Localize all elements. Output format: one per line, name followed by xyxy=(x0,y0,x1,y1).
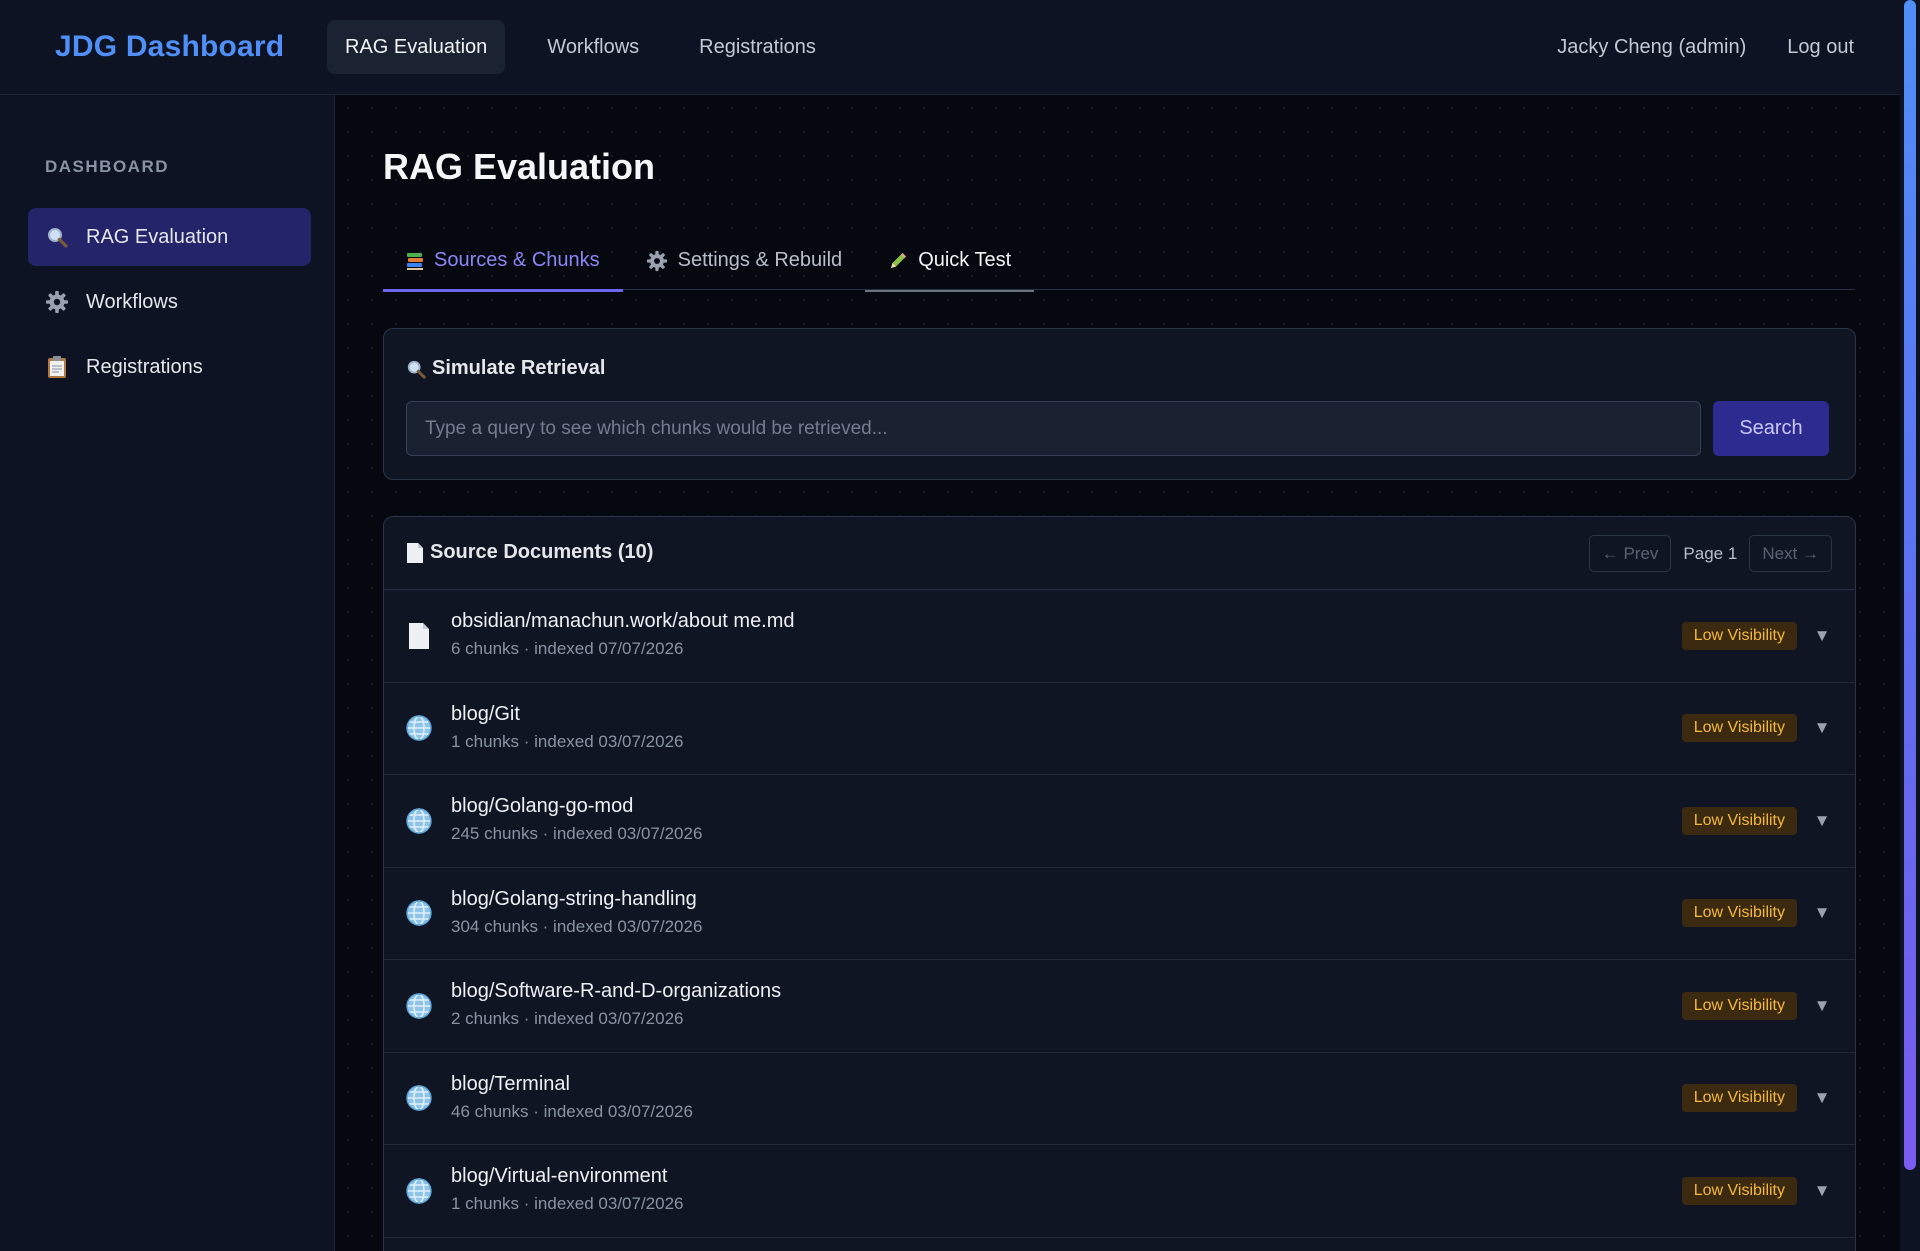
document-info: blog/Git 1 chunks · indexed 03/07/2026 xyxy=(451,703,684,752)
visibility-badge: Low Visibility xyxy=(1681,991,1797,1020)
brand-logo[interactable]: JDG Dashboard xyxy=(55,30,327,64)
globe-icon xyxy=(406,807,432,835)
search-button[interactable]: Search xyxy=(1713,401,1829,456)
document-name: obsidian/manachun.work/about me.md xyxy=(451,610,795,632)
logout-button[interactable]: Log out xyxy=(1787,36,1854,59)
magnifier-icon xyxy=(406,359,426,379)
document-meta: 1 chunks · indexed 03/07/2026 xyxy=(451,1194,684,1213)
topnav-link-workflows[interactable]: Workflows xyxy=(529,20,657,74)
document-info: blog/Virtual-environment 1 chunks · inde… xyxy=(451,1165,684,1214)
tab-label: Settings & Rebuild xyxy=(677,249,843,271)
expand-toggle[interactable]: ▼ xyxy=(1813,1088,1831,1108)
document-meta: 6 chunks · indexed 07/07/2026 xyxy=(451,639,684,658)
document-info: blog/Software-R-and-D-organizations 2 ch… xyxy=(451,980,781,1029)
source-documents-header: Source Documents (10) ← Prev Page 1 Next… xyxy=(384,517,1855,590)
tab-label: Sources & Chunks xyxy=(434,249,600,271)
expand-toggle[interactable]: ▼ xyxy=(1813,811,1831,831)
document-name: blog/Golang-string-handling xyxy=(451,887,697,910)
tab-sources-chunks[interactable]: Sources & Chunks xyxy=(383,231,623,292)
retrieval-query-input[interactable] xyxy=(406,401,1701,456)
main-content: RAG Evaluation Sources & Chunks Settings… xyxy=(336,96,1900,1251)
tab-label: Quick Test xyxy=(918,249,1012,271)
visibility-badge: Low Visibility xyxy=(1681,714,1797,743)
document-name: blog/Software-R-and-D-organizations xyxy=(451,980,782,1002)
next-page-button[interactable]: Next → xyxy=(1749,535,1832,572)
sidebar-heading: DASHBOARD xyxy=(45,157,169,176)
document-info: blog/Golang-go-mod 245 chunks · indexed … xyxy=(451,795,702,844)
expand-toggle[interactable]: ▼ xyxy=(1813,903,1831,923)
globe-icon xyxy=(406,992,432,1020)
expand-toggle[interactable]: ▼ xyxy=(1813,1181,1831,1201)
visibility-badge: Low Visibility xyxy=(1681,1084,1797,1113)
document-icon xyxy=(406,542,424,564)
topnav-link-registrations[interactable]: Registrations xyxy=(681,20,834,74)
sidebar-item-label: Registrations xyxy=(86,355,203,378)
tab-bar: Sources & Chunks Settings & Rebuild Quic… xyxy=(383,231,1855,292)
globe-icon xyxy=(406,899,432,927)
tab-quick-test[interactable]: Quick Test xyxy=(865,231,1035,292)
document-row[interactable]: blog/Software-R-and-D-organizations 2 ch… xyxy=(384,960,1855,1053)
document-name: blog/Golang-go-mod xyxy=(451,795,634,817)
top-navbar: JDG Dashboard RAG Evaluation Workflows R… xyxy=(0,0,1900,95)
source-documents-panel: Source Documents (10) ← Prev Page 1 Next… xyxy=(383,516,1856,1251)
expand-toggle[interactable]: ▼ xyxy=(1813,996,1831,1016)
sidebar-item-rag-evaluation[interactable]: RAG Evaluation xyxy=(28,208,311,266)
document-row[interactable]: blog/Git 1 chunks · indexed 03/07/2026 L… xyxy=(384,683,1855,775)
tab-settings-rebuild[interactable]: Settings & Rebuild xyxy=(623,231,866,290)
clipboard-icon xyxy=(45,355,69,379)
sidebar-item-workflows[interactable]: Workflows xyxy=(28,273,311,331)
sidebar-item-registrations[interactable]: Registrations xyxy=(28,338,311,396)
document-name: blog/Git xyxy=(451,702,520,725)
document-name: blog/Virtual-environment xyxy=(451,1165,668,1187)
document-meta: 245 chunks · indexed 03/07/2026 xyxy=(451,824,703,843)
pagination: ← Prev Page 1 Next → xyxy=(1588,535,1832,572)
globe-icon xyxy=(406,1084,432,1112)
globe-icon xyxy=(406,714,432,742)
simulate-retrieval-panel: Simulate Retrieval Search xyxy=(383,328,1856,480)
app-window: JDG Dashboard RAG Evaluation Workflows R… xyxy=(0,0,1920,1251)
document-info: blog/Terminal 46 chunks · indexed 03/07/… xyxy=(451,1073,693,1122)
visibility-badge: Low Visibility xyxy=(1681,621,1797,650)
document-meta: 304 chunks · indexed 03/07/2026 xyxy=(451,916,703,936)
page-scrollbar[interactable] xyxy=(1900,0,1920,1251)
panel-title-text: Source Documents (10) xyxy=(430,541,654,563)
document-name: blog/Terminal xyxy=(451,1072,570,1095)
simulate-retrieval-title: Simulate Retrieval xyxy=(406,357,605,380)
document-meta: 2 chunks · indexed 03/07/2026 xyxy=(451,1009,684,1028)
source-documents-title: Source Documents (10) xyxy=(406,541,653,564)
page-title: RAG Evaluation xyxy=(383,146,656,187)
document-row[interactable]: obsidian/manachun.work/about me.md 6 chu… xyxy=(384,590,1855,683)
expand-toggle[interactable]: ▼ xyxy=(1813,718,1831,738)
gear-icon xyxy=(646,250,668,272)
user-area: Jacky Cheng (admin) Log out xyxy=(1557,36,1854,59)
document-row[interactable]: blog/Terminal 46 chunks · indexed 03/07/… xyxy=(384,1053,1855,1145)
document-meta: 46 chunks · indexed 03/07/2026 xyxy=(451,1101,693,1121)
books-icon xyxy=(406,251,424,271)
current-user: Jacky Cheng (admin) xyxy=(1557,35,1747,58)
visibility-badge: Low Visibility xyxy=(1681,899,1797,928)
scrollbar-thumb[interactable] xyxy=(1904,0,1916,1170)
visibility-badge: Low Visibility xyxy=(1681,1176,1797,1205)
globe-icon xyxy=(406,1177,432,1205)
sidebar-item-label: Workflows xyxy=(86,290,178,313)
pencil-icon xyxy=(888,251,908,271)
sidebar: DASHBOARD RAG Evaluation Workflows Regis… xyxy=(0,95,335,1251)
visibility-badge: Low Visibility xyxy=(1681,806,1797,835)
gear-icon xyxy=(45,290,69,314)
prev-page-button[interactable]: ← Prev xyxy=(1588,535,1672,572)
topnav-link-rag-evaluation[interactable]: RAG Evaluation xyxy=(327,20,506,74)
expand-toggle[interactable]: ▼ xyxy=(1813,626,1831,646)
sidebar-item-label: RAG Evaluation xyxy=(86,225,229,248)
document-row[interactable]: blog/Golang-go-mod 245 chunks · indexed … xyxy=(384,775,1855,868)
top-nav-links: RAG Evaluation Workflows Registrations xyxy=(327,20,858,74)
document-row[interactable]: blog/Virtual-environment 1 chunks · inde… xyxy=(384,1145,1855,1238)
document-icon xyxy=(406,622,432,650)
magnifier-icon xyxy=(45,225,69,249)
document-info: obsidian/manachun.work/about me.md 6 chu… xyxy=(451,610,795,659)
page-indicator: Page 1 xyxy=(1683,543,1738,563)
document-meta: 1 chunks · indexed 03/07/2026 xyxy=(451,731,684,751)
panel-title-text: Simulate Retrieval xyxy=(432,357,606,379)
document-info: blog/Golang-string-handling 304 chunks ·… xyxy=(451,888,702,937)
document-row[interactable]: blog/Golang-string-handling 304 chunks ·… xyxy=(384,868,1855,960)
